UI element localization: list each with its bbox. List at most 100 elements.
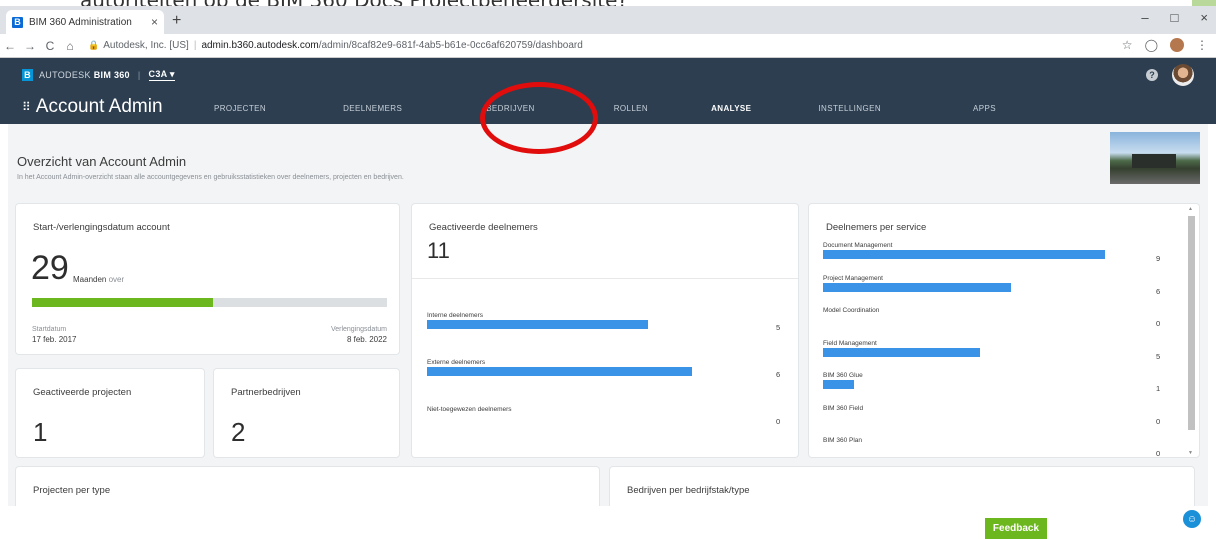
brand-prefix: AUTODESK (39, 70, 91, 80)
nav-rollen[interactable]: ROLLEN (614, 104, 648, 113)
renew-date-label: Verlengingsdatum (330, 326, 387, 333)
start-date-label: Startdatum (32, 326, 67, 333)
bar-value: 1 (1156, 384, 1161, 393)
page-title: ⠿ Account Admin (22, 96, 163, 118)
back-arrow-icon[interactable]: ← (0, 39, 20, 53)
bar-label: Field Management (823, 339, 877, 347)
bar-value: 0 (1156, 416, 1161, 426)
scroll-up-arrow-icon[interactable]: ▲ (1188, 206, 1193, 212)
bar-label: Model Coordination (823, 307, 880, 314)
nav-deelnemers[interactable]: DEELNEMERS (343, 104, 402, 113)
browser-profile-avatar[interactable] (1170, 38, 1184, 52)
members-divider (412, 278, 798, 279)
bar-label: BIM 360 Field (823, 404, 864, 412)
browser-toolbar-right: ☆ ◯ ⋮ (1122, 38, 1208, 52)
browser-tab[interactable]: B BIM 360 Administration × (6, 10, 164, 34)
months-remaining-label: Maanden over (73, 275, 124, 284)
nav-apps[interactable]: APPS (973, 104, 996, 113)
bar-value: 0 (1156, 449, 1161, 457)
projects-card-title: Geactiveerde projecten (33, 387, 132, 398)
account-dates-card: Start-/verlengingsdatum account 29 Maand… (16, 204, 399, 354)
projects-per-type-card: Projecten per type (16, 467, 599, 506)
dashboard-content: Overzicht van Account Admin In het Accou… (8, 124, 1208, 506)
app-title-text: Account Admin (35, 96, 163, 117)
bar-value: 0 (776, 417, 781, 426)
bar-value: 9 (1156, 254, 1161, 263)
feedback-button[interactable]: Feedback (985, 518, 1047, 539)
members-card-title: Geactiveerde deelnemers (429, 222, 538, 233)
account-switcher[interactable]: C3A ▾ (148, 69, 175, 81)
project-thumbnail-image (1110, 132, 1200, 184)
nav-analyse[interactable]: ANALYSE (711, 104, 752, 127)
tab-title: BIM 360 Administration (29, 16, 132, 28)
reload-icon[interactable]: C (40, 39, 60, 53)
account-progress-fill (32, 298, 214, 307)
home-icon[interactable]: ⌂ (60, 39, 80, 53)
bar-value: 6 (1156, 286, 1161, 296)
brand-separator: | (137, 70, 141, 80)
members-value: 11 (427, 238, 450, 263)
companies-per-industry-title: Bedrijven per bedrijfstak/type (627, 485, 750, 496)
forward-arrow-icon[interactable]: → (20, 39, 40, 53)
services-scrollbar[interactable]: ▲ ▼ (1187, 206, 1195, 456)
scroll-down-arrow-icon[interactable]: ▼ (1188, 450, 1193, 456)
bar-label: Niet-toegewezen deelnemers (427, 406, 512, 413)
services-scroll-thumb[interactable] (1188, 216, 1195, 430)
new-tab-button[interactable]: + (172, 12, 181, 30)
bar-label: Document Management (823, 242, 893, 249)
lock-icon: 🔒 (88, 40, 100, 50)
bar[interactable] (823, 380, 855, 389)
bim360-favicon-icon: B (12, 16, 23, 28)
maximize-button[interactable]: □ (1171, 10, 1179, 25)
start-date-value: 17 feb. 2017 (32, 335, 77, 344)
browser-menu-icon[interactable]: ⋮ (1196, 38, 1208, 52)
members-per-service-card: Deelnemers per service Document Manageme… (809, 204, 1199, 457)
url-secure-label: Autodesk, Inc. [US] (103, 40, 189, 51)
minimize-button[interactable]: – (1141, 10, 1148, 25)
bar[interactable] (823, 347, 980, 357)
browser-address-bar: ← → C ⌂ 🔒 Autodesk, Inc. [US] | admin.b3… (0, 34, 1216, 58)
months-suffix: over (108, 275, 125, 284)
overview-subtitle: In het Account Admin-overzicht staan all… (17, 174, 404, 181)
screen: autoriteiten op de BIM 360 Docs Projectb… (0, 0, 1216, 539)
projects-value: 1 (33, 417, 48, 447)
bar-label: Interne deelnemers (427, 312, 484, 319)
account-progress-bar (32, 298, 387, 307)
partner-companies-card[interactable]: Partnerbedrijven 2 (214, 369, 399, 457)
partners-value: 2 (231, 417, 246, 447)
bar[interactable] (823, 250, 1105, 259)
user-avatar[interactable] (1172, 64, 1194, 86)
nav-analyse-label: ANALYSE (711, 104, 752, 113)
bookmark-star-icon[interactable]: ☆ (1122, 38, 1133, 52)
close-tab-icon[interactable]: × (151, 15, 158, 29)
bar-value: 6 (776, 370, 781, 379)
app-grid-icon[interactable]: ⠿ (22, 100, 31, 114)
bar[interactable] (823, 282, 1011, 292)
account-card-title: Start-/verlengingsdatum account (33, 222, 170, 233)
bar-label: Project Management (823, 274, 883, 282)
nav-projecten[interactable]: PROJECTEN (214, 104, 266, 113)
extension-icon[interactable]: ◯ (1145, 38, 1158, 52)
assistant-chat-icon[interactable]: ☺ (1183, 510, 1201, 528)
months-remaining-value: 29 (31, 249, 69, 287)
help-icon[interactable]: ? (1146, 69, 1158, 81)
nav-instellingen[interactable]: INSTELLINGEN (818, 104, 881, 113)
overview-title: Overzicht van Account Admin (17, 154, 187, 169)
activated-projects-card[interactable]: Geactiveerde projecten 1 (16, 369, 204, 457)
bar-value: 5 (1156, 351, 1161, 361)
bar-value: 0 (1156, 319, 1161, 328)
companies-per-industry-card: Bedrijven per bedrijfstak/type (610, 467, 1194, 506)
bar[interactable] (427, 367, 692, 376)
brand-product: BIM 360 (93, 70, 130, 80)
activated-members-card: Geactiveerde deelnemers 11 Interne deeln… (412, 204, 798, 457)
months-label: Maanden (73, 275, 107, 284)
bar-label: BIM 360 Glue (823, 372, 863, 379)
renew-date-value: 8 feb. 2022 (346, 335, 387, 344)
bar[interactable] (427, 320, 648, 329)
services-card-title: Deelnemers per service (826, 222, 927, 233)
highlight-circle-annotation (480, 82, 598, 154)
url-field[interactable]: 🔒 Autodesk, Inc. [US] | admin.b360.autod… (88, 40, 583, 51)
url-path: /admin/8caf82e9-681f-4ab5-b61e-0cc6af620… (318, 40, 583, 51)
projects-per-type-title: Projecten per type (33, 485, 111, 496)
close-window-button[interactable]: × (1200, 10, 1208, 25)
